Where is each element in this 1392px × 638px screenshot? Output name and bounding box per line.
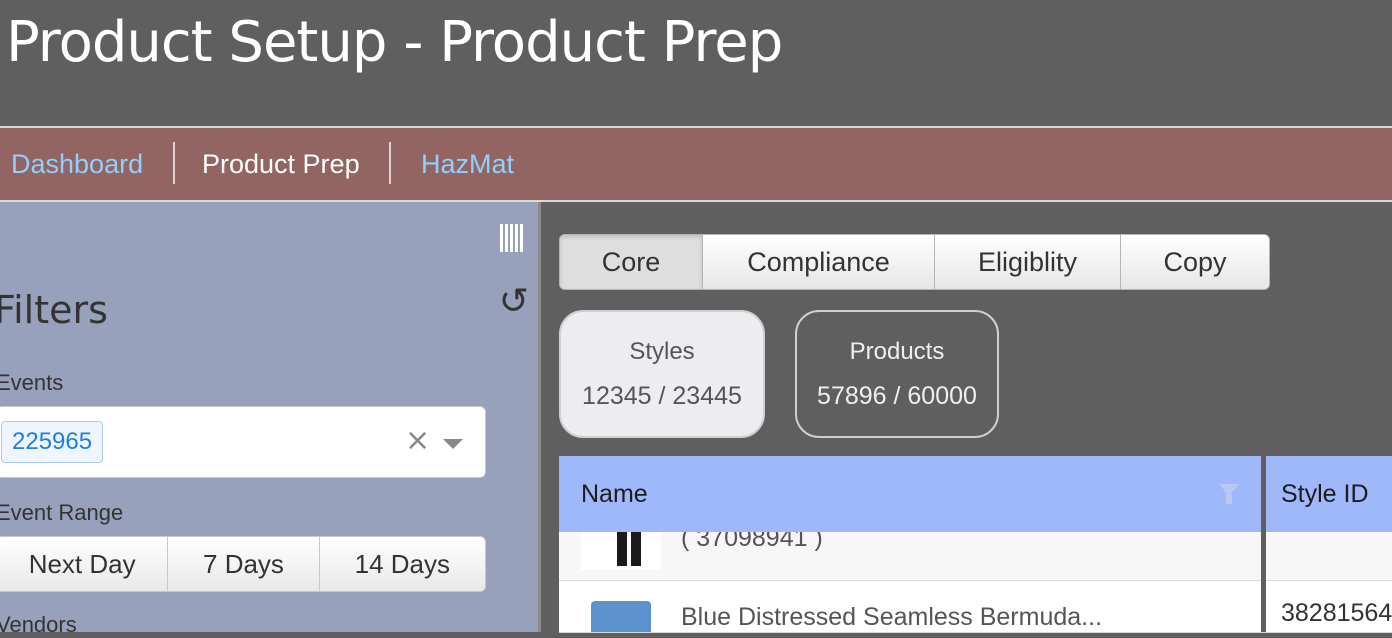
chevron-down-icon[interactable] <box>443 439 463 449</box>
nav-bar: Dashboard Product Prep HazMat <box>0 128 1392 202</box>
vendors-label: Vendors <box>0 612 77 637</box>
styles-label: Styles <box>629 338 695 365</box>
nav-hazmat[interactable]: HazMat <box>421 128 514 200</box>
table-row[interactable]: ( 37098941 ) <box>559 532 1392 581</box>
product-grid: Name Style ID ( 37098941 ) Blue Distress… <box>559 456 1392 633</box>
column-header-name[interactable]: Name <box>581 456 648 532</box>
clear-icon[interactable]: × <box>405 423 430 459</box>
tab-eligibility[interactable]: Eligiblity <box>935 235 1121 289</box>
nav-divider <box>173 142 175 184</box>
event-range-label: Event Range <box>0 500 124 525</box>
row-name: ( 37098941 ) <box>681 532 823 552</box>
tab-copy[interactable]: Copy <box>1121 235 1269 289</box>
nav-dashboard[interactable]: Dashboard <box>11 128 143 200</box>
range-14-days-button[interactable]: 14 Days <box>319 537 485 591</box>
tab-compliance[interactable]: Compliance <box>703 235 935 289</box>
row-style-id: 38281564 <box>1281 599 1392 627</box>
filter-icon[interactable] <box>1219 484 1239 504</box>
product-thumbnail <box>581 532 661 570</box>
filters-sidebar: ↺ Filters Events 225965 × Event Range Ne… <box>0 202 541 637</box>
styles-stat-card[interactable]: Styles 12345 / 23445 <box>559 310 765 438</box>
grid-header: Name Style ID <box>559 456 1392 532</box>
nav-product-prep[interactable]: Product Prep <box>202 128 360 200</box>
event-range-group: Next Day 7 Days 14 Days <box>0 536 486 592</box>
product-thumbnail <box>581 591 661 632</box>
tab-group: Core Compliance Eligiblity Copy <box>559 234 1270 290</box>
columns-icon[interactable] <box>500 224 524 252</box>
range-next-day-button[interactable]: Next Day <box>0 537 169 591</box>
column-header-style-id[interactable]: Style ID <box>1281 456 1369 532</box>
selected-event-tag[interactable]: 225965 <box>1 421 104 463</box>
events-label: Events <box>0 370 64 395</box>
page-title: Product Setup - Product Prep <box>6 10 783 75</box>
title-bar: Product Setup - Product Prep <box>0 0 1392 128</box>
main-panel: Core Compliance Eligiblity Copy Styles 1… <box>541 202 1392 633</box>
products-stat-card[interactable]: Products 57896 / 60000 <box>795 310 999 438</box>
products-label: Products <box>849 338 945 365</box>
reset-icon[interactable]: ↺ <box>494 282 534 322</box>
filters-heading: Filters <box>0 288 108 332</box>
nav-divider <box>389 142 391 184</box>
tab-core[interactable]: Core <box>560 235 703 289</box>
styles-value: 12345 / 23445 <box>582 382 742 410</box>
range-7-days-button[interactable]: 7 Days <box>168 537 320 591</box>
row-name: Blue Distressed Seamless Bermuda... <box>681 603 1103 631</box>
products-value: 57896 / 60000 <box>817 382 977 410</box>
column-divider[interactable] <box>1261 456 1266 632</box>
table-row[interactable]: Blue Distressed Seamless Bermuda... 3828… <box>559 581 1392 633</box>
events-select[interactable]: 225965 × <box>0 406 486 478</box>
